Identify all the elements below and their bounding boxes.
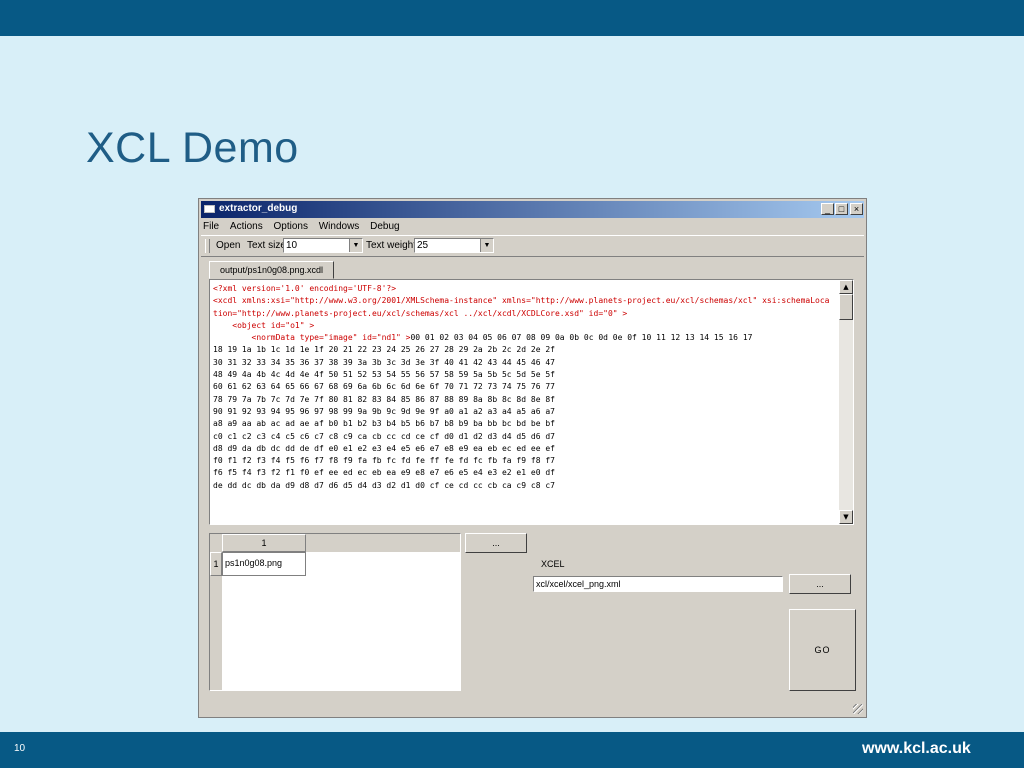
- tab-output-xcdl[interactable]: output/ps1n0g08.png.xcdl: [209, 261, 334, 279]
- xml-object-element: <object id="o1" >: [213, 320, 315, 330]
- chevron-down-icon[interactable]: ▼: [480, 239, 493, 252]
- xml-code: <?xml version='1.0' encoding='UTF-8'?> <…: [213, 283, 833, 492]
- window-title: extractor_debug: [219, 203, 298, 214]
- chevron-down-icon[interactable]: ▼: [349, 239, 362, 252]
- minimize-button[interactable]: _: [821, 203, 834, 215]
- menu-windows[interactable]: Windows: [319, 219, 360, 235]
- text-weight-label: Text weight: [366, 240, 417, 251]
- xcel-path-input[interactable]: xcl/xcel/xcel_png.xml: [533, 576, 783, 592]
- browse-files-button[interactable]: ...: [465, 533, 527, 553]
- xml-output-editor[interactable]: <?xml version='1.0' encoding='UTF-8'?> <…: [209, 279, 854, 525]
- go-button[interactable]: GO: [789, 609, 856, 691]
- slide-title: XCL Demo: [86, 124, 299, 172]
- table-cell-file[interactable]: ps1n0g08.png: [222, 552, 306, 576]
- slide-page-number: 10: [14, 743, 26, 754]
- open-button[interactable]: Open: [216, 240, 240, 251]
- window-icon: [204, 205, 215, 213]
- file-table: 1 1 ps1n0g08.png: [209, 533, 461, 691]
- text-weight-value: 25: [417, 240, 429, 251]
- text-size-label: Text size: [247, 240, 286, 251]
- xml-root-element: <xcdl xmlns:xsi="http://www.w3.org/2001/…: [213, 296, 830, 318]
- menu-bar: File Actions Options Windows Debug: [203, 219, 408, 235]
- close-button[interactable]: ×: [850, 203, 863, 215]
- vertical-scrollbar[interactable]: ▲ ▼: [839, 280, 853, 524]
- kcl-brand-link: www.kcl.ac.uk: [862, 740, 971, 757]
- table-corner: [210, 534, 222, 552]
- xml-normdata-element: <normData type="image" id="nd1" >: [213, 333, 411, 343]
- xml-declaration: <?xml version='1.0' encoding='UTF-8'?>: [213, 284, 397, 293]
- toolbar: Open Text size 10 ▼ Text weight 25 ▼: [201, 235, 864, 257]
- extractor-debug-window: extractor_debug _ □ × File Actions Optio…: [198, 198, 867, 718]
- text-size-value: 10: [286, 240, 298, 251]
- scroll-down-icon[interactable]: ▼: [839, 510, 853, 524]
- xcel-label: XCEL: [541, 559, 565, 569]
- menu-file[interactable]: File: [203, 219, 219, 235]
- text-size-select[interactable]: 10 ▼: [283, 238, 363, 253]
- toolbar-grip-icon[interactable]: [205, 239, 210, 253]
- window-titlebar[interactable]: extractor_debug _ □ ×: [201, 201, 864, 218]
- menu-debug[interactable]: Debug: [370, 219, 399, 235]
- table-column-header[interactable]: 1: [222, 534, 306, 552]
- text-weight-select[interactable]: 25 ▼: [414, 238, 494, 253]
- hex-data: 00 01 02 03 04 05 06 07 08 09 0a 0b 0c 0…: [213, 333, 753, 490]
- maximize-button[interactable]: □: [835, 203, 848, 215]
- menu-actions[interactable]: Actions: [230, 219, 263, 235]
- table-row-header[interactable]: 1: [210, 552, 222, 576]
- browse-xcel-button[interactable]: ...: [789, 574, 851, 594]
- slide-top-band: [0, 0, 1024, 36]
- scroll-thumb[interactable]: [839, 294, 853, 320]
- resize-grip-icon[interactable]: [853, 704, 863, 714]
- scroll-up-icon[interactable]: ▲: [839, 280, 853, 294]
- menu-options[interactable]: Options: [273, 219, 307, 235]
- table-header-fill: [306, 534, 460, 552]
